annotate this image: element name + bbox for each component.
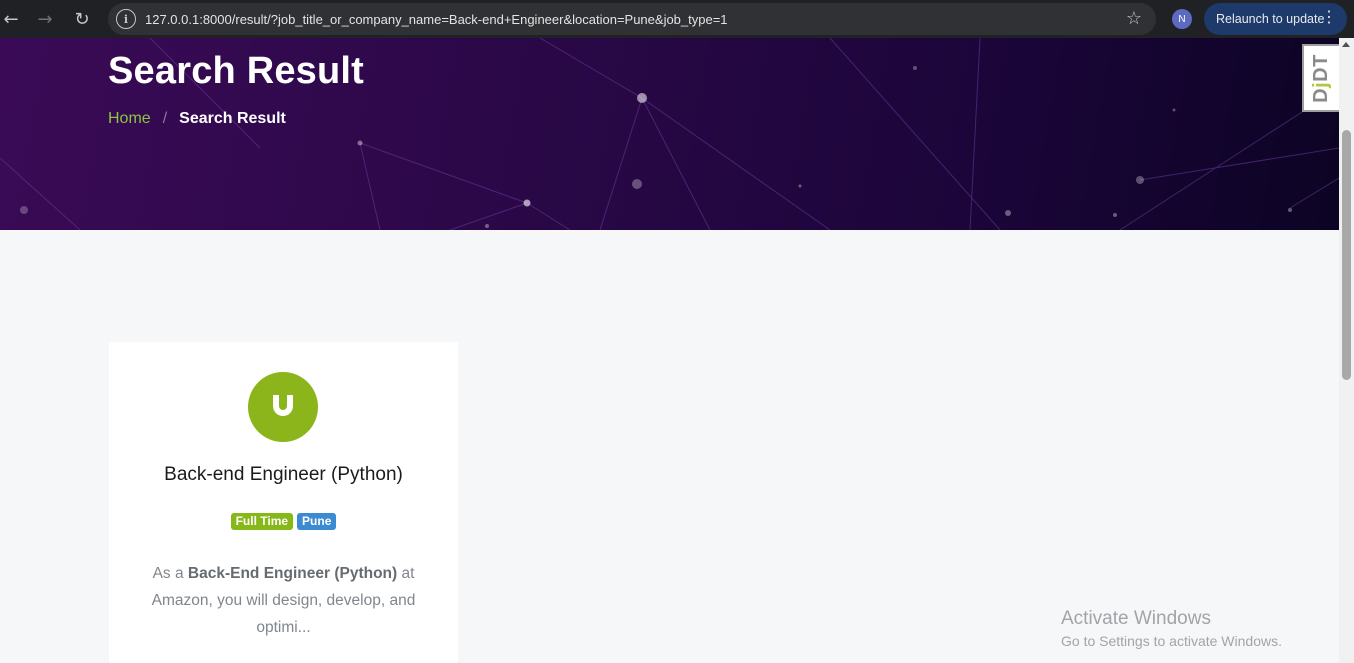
more-menu-icon[interactable]: ⋮ bbox=[1321, 9, 1337, 27]
job-type-badge: Full Time bbox=[230, 513, 294, 530]
breadcrumb: Home / Search Result bbox=[108, 110, 286, 128]
back-arrow-icon[interactable]: ← bbox=[0, 4, 26, 34]
url-host: 127.0.0.1 bbox=[145, 11, 200, 27]
debug-toolbar-handle[interactable]: DjDT bbox=[1302, 44, 1339, 112]
job-title-link[interactable]: Back-end Engineer (Python) bbox=[109, 464, 458, 486]
breadcrumb-current: Search Result bbox=[179, 110, 286, 127]
profile-avatar[interactable]: N bbox=[1172, 9, 1192, 29]
page-title: Search Result bbox=[108, 50, 365, 92]
breadcrumb-separator: / bbox=[162, 110, 168, 127]
forward-arrow-icon[interactable]: → bbox=[30, 4, 60, 34]
djdt-letters-dt: DT bbox=[1310, 53, 1332, 82]
breadcrumb-home-link[interactable]: Home bbox=[108, 110, 151, 128]
job-desc-prefix: As a bbox=[152, 565, 188, 582]
hero-banner: Search Result Home / Search Result bbox=[0, 38, 1339, 230]
location-badge: Pune bbox=[297, 513, 337, 530]
browser-toolbar: ← → ↻ i 127.0.0.1:8000/result/?job_title… bbox=[0, 0, 1354, 38]
job-description: As a Back-End Engineer (Python) at Amazo… bbox=[139, 560, 428, 641]
company-logo bbox=[248, 372, 318, 442]
address-url[interactable]: 127.0.0.1:8000/result/?job_title_or_comp… bbox=[145, 12, 728, 27]
reload-icon[interactable]: ↻ bbox=[67, 4, 97, 34]
debug-toolbar-label: DjDT bbox=[1310, 54, 1333, 103]
url-path: :8000/result/?job_title_or_company_name=… bbox=[199, 11, 728, 27]
watermark-subtitle: Go to Settings to activate Windows. bbox=[1061, 633, 1282, 649]
scroll-thumb[interactable] bbox=[1342, 130, 1351, 380]
bookmark-star-icon[interactable]: ☆ bbox=[1126, 8, 1142, 29]
page-viewport: Search Result Home / Search Result Back-… bbox=[0, 38, 1339, 663]
watermark-title: Activate Windows bbox=[1061, 608, 1211, 629]
vertical-scrollbar[interactable] bbox=[1339, 38, 1354, 663]
activate-windows-watermark: Activate Windows Go to Settings to activ… bbox=[1061, 608, 1282, 649]
magnet-logo-icon bbox=[273, 395, 293, 416]
job-card[interactable]: Back-end Engineer (Python) Full Time Pun… bbox=[109, 342, 458, 663]
scroll-up-arrow-icon[interactable] bbox=[1342, 42, 1350, 47]
relaunch-label: Relaunch to update bbox=[1216, 12, 1325, 26]
site-info-icon[interactable]: i bbox=[116, 9, 136, 29]
djdt-letter-j: j bbox=[1310, 81, 1332, 88]
djdt-letter-d: D bbox=[1310, 87, 1332, 103]
address-bar[interactable]: i 127.0.0.1:8000/result/?job_title_or_co… bbox=[108, 3, 1156, 35]
relaunch-button[interactable]: Relaunch to update ⋮ bbox=[1204, 3, 1347, 35]
job-badges: Full Time Pune bbox=[109, 513, 458, 530]
job-desc-bold: Back-End Engineer (Python) bbox=[187, 565, 398, 582]
